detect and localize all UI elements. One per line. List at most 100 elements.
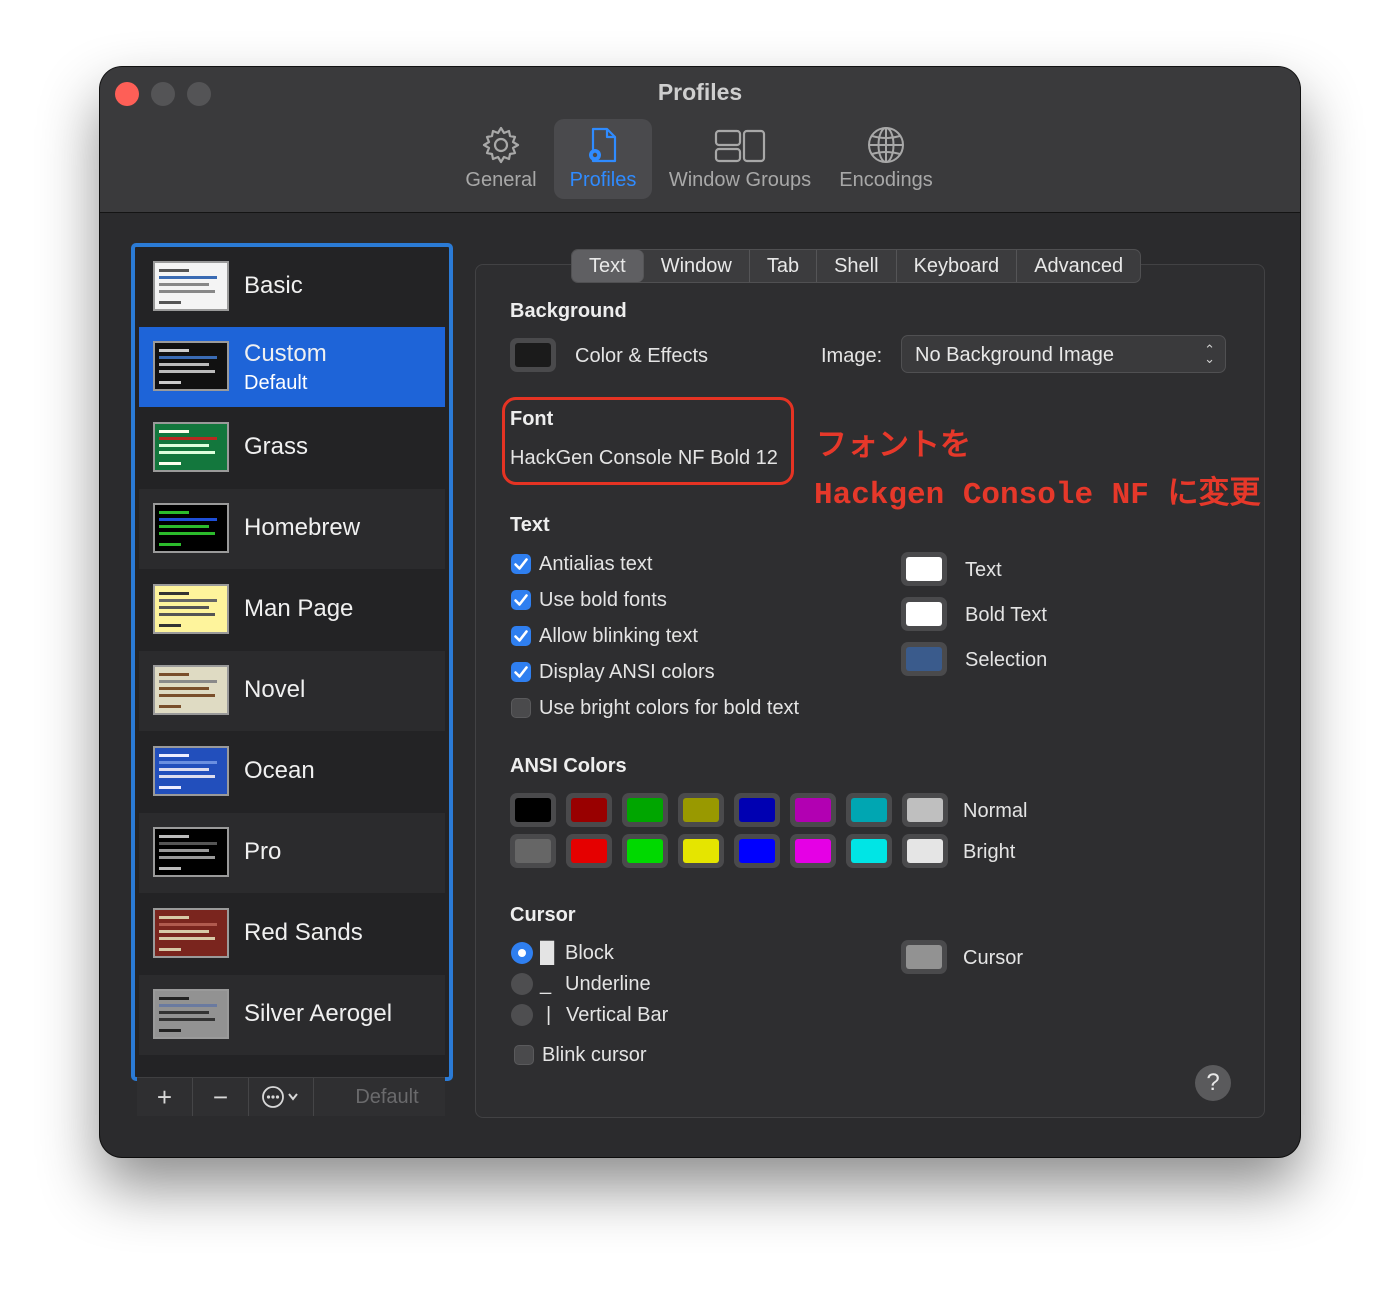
profile-thumbnail [153,422,229,472]
profile-item-homebrew[interactable]: Homebrew [139,489,445,569]
profile-item-basic[interactable]: Basic [139,247,445,327]
profile-thumbnail [153,827,229,877]
gear-icon [482,126,520,164]
profile-name: Novel [244,676,306,703]
ansi-bright-red[interactable] [566,834,612,868]
antialias-label: Antialias text [539,553,653,575]
profile-list[interactable]: Basic Custom Default Grass Homebrew Man … [131,243,453,1081]
toolbar-window-groups-label: Window Groups [668,169,812,191]
ansi-bright-label: Bright [963,841,1016,863]
tab-window[interactable]: Window [644,250,750,282]
font-value[interactable]: HackGen Console NF Bold 12 [510,447,778,470]
profile-item-man-page[interactable]: Man Page [139,570,445,650]
background-color-well[interactable] [510,338,556,372]
ansi-colors-heading: ANSI Colors [510,755,627,777]
toolbar-encodings-label: Encodings [839,169,933,191]
toolbar-window-groups[interactable]: Window Groups [664,119,816,199]
profile-thumbnail [153,503,229,553]
profile-name: Basic [244,272,303,299]
tab-text[interactable]: Text [572,250,644,282]
bold-fonts-checkbox[interactable] [511,590,531,610]
profile-item-ocean[interactable]: Ocean [139,732,445,812]
blink-cursor-label: Blink cursor [542,1044,647,1066]
ansi-normal-yellow[interactable] [678,793,724,827]
window-groups-icon [714,129,766,163]
window-title: Profiles [657,79,743,105]
tab-advanced[interactable]: Advanced [1017,250,1140,282]
profile-list-toolbar: + − Default [137,1077,445,1116]
profile-name: Pro [244,838,282,865]
cursor-block-radio[interactable] [511,942,533,964]
ansi-bright-cyan[interactable] [846,834,892,868]
ansi-normal-label: Normal [963,800,1028,822]
ansi-normal-white[interactable] [902,793,948,827]
profile-item-red-sands[interactable]: Red Sands [139,894,445,974]
help-button[interactable]: ? [1195,1065,1231,1101]
tab-shell[interactable]: Shell [817,250,897,282]
tab-tab[interactable]: Tab [750,250,818,282]
background-heading: Background [510,300,627,322]
tab-keyboard[interactable]: Keyboard [897,250,1018,282]
profile-item-novel[interactable]: Novel [139,651,445,731]
profile-name: Red Sands [244,919,363,946]
selection-color-well[interactable] [901,642,947,676]
more-actions-button[interactable] [249,1078,314,1116]
toolbar-general[interactable]: General [460,119,542,199]
updown-chevron-icon: ⌃ ⌄ [1204,342,1215,366]
titlebar: Profiles General Profiles Window Groups … [100,67,1300,213]
annotation-line-1: フォントを [816,430,971,465]
bold-fonts-label: Use bold fonts [539,589,667,611]
profile-item-pro[interactable]: Pro [139,813,445,893]
cursor-color-well[interactable] [901,940,947,974]
ansi-bright-black[interactable] [510,834,556,868]
settings-tabs: Text Window Tab Shell Keyboard Advanced [571,249,1142,283]
add-profile-button[interactable]: + [137,1078,193,1116]
profile-thumbnail [153,908,229,958]
profile-name: Ocean [244,757,315,784]
ansi-normal-black[interactable] [510,793,556,827]
cursor-underline-glyph: _ [540,973,552,995]
ansi-bright-yellow[interactable] [678,834,724,868]
background-image-select[interactable]: No Background Image ⌃ ⌄ [901,335,1226,373]
cursor-underline-radio[interactable] [511,973,533,995]
image-label: Image: [821,345,883,367]
cursor-vertical-bar-radio[interactable] [511,1004,533,1026]
blinking-text-label: Allow blinking text [539,625,698,647]
profile-default-badge: Default [244,372,308,394]
cursor-vertical-bar-glyph: | [546,1004,552,1026]
blink-cursor-checkbox[interactable] [514,1045,534,1065]
profile-name: Silver Aerogel [244,1000,393,1027]
antialias-checkbox[interactable] [511,554,531,574]
remove-profile-button[interactable]: − [193,1078,249,1116]
profile-item-grass[interactable]: Grass [139,408,445,488]
ansi-normal-cyan[interactable] [846,793,892,827]
profile-name: Grass [244,433,309,460]
ansi-colors-label: Display ANSI colors [539,661,715,683]
bright-bold-checkbox[interactable] [511,698,531,718]
blinking-text-checkbox[interactable] [511,626,531,646]
ansi-colors-checkbox[interactable] [511,662,531,682]
ansi-bright-white[interactable] [902,834,948,868]
ansi-bright-magenta[interactable] [790,834,836,868]
cursor-heading: Cursor [510,904,576,926]
bright-bold-label: Use bright colors for bold text [539,697,800,719]
ansi-normal-green[interactable] [622,793,668,827]
ansi-bright-blue[interactable] [734,834,780,868]
toolbar-profiles[interactable]: Profiles [554,119,652,199]
profile-item-silver-aerogel[interactable]: Silver Aerogel [139,975,445,1055]
ansi-normal-magenta[interactable] [790,793,836,827]
profiles-doc-icon [589,127,617,163]
text-color-label: Text [965,559,1002,581]
set-default-button[interactable]: Default [347,1078,427,1116]
terminal-preferences-window: Profiles General Profiles Window Groups … [100,67,1300,1157]
profile-item-custom[interactable]: Custom Default [139,327,445,407]
cursor-underline-label: Underline [565,973,651,995]
profile-name: Homebrew [244,514,361,541]
ansi-bright-green[interactable] [622,834,668,868]
ansi-normal-red[interactable] [566,793,612,827]
ansi-normal-blue[interactable] [734,793,780,827]
bold-text-color-well[interactable] [901,597,947,631]
text-heading: Text [510,514,550,536]
toolbar-encodings[interactable]: Encodings [834,119,938,199]
text-color-well[interactable] [901,552,947,586]
